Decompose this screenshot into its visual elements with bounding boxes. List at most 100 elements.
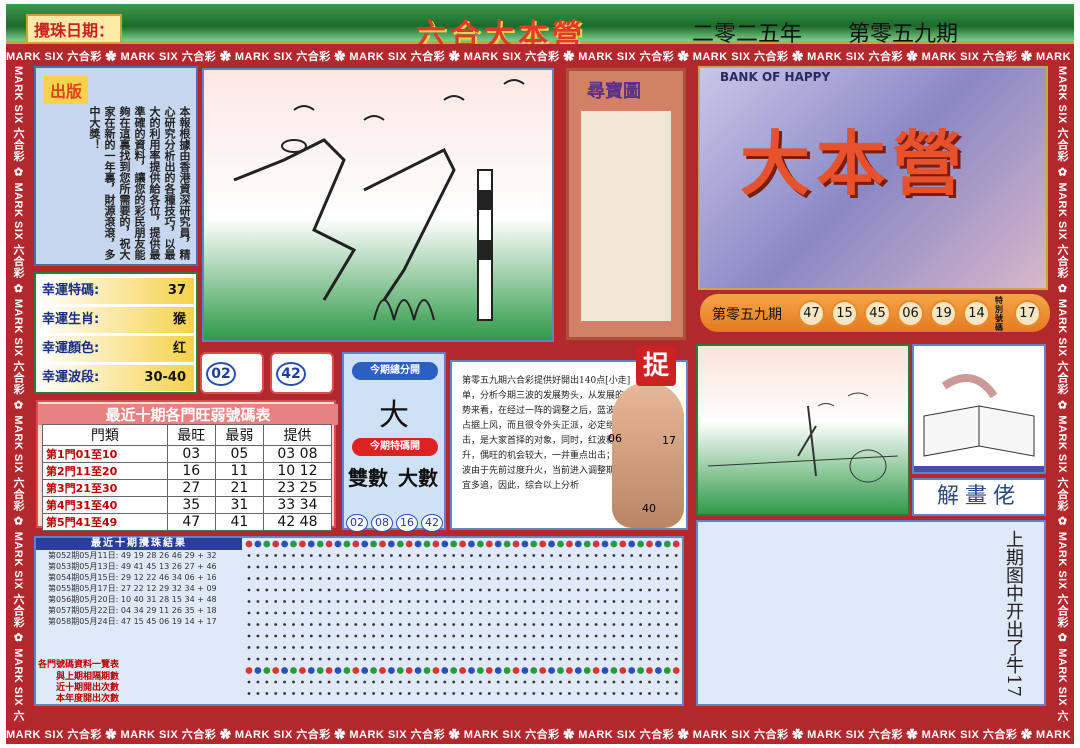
grid-dot — [256, 577, 260, 580]
grid-dot — [256, 611, 260, 615]
grid-dot — [461, 646, 464, 649]
grid-dot — [461, 623, 464, 626]
result-period: 第零五九期 — [712, 307, 782, 323]
grid-dot — [274, 577, 278, 580]
grid-dot — [657, 554, 660, 557]
grid-dot — [585, 588, 589, 592]
grid-dot — [576, 680, 580, 684]
footer-row: 本年度開出次數 — [56, 694, 120, 704]
grid-dot — [657, 623, 660, 626]
grid-dot — [576, 657, 580, 661]
grid-dot — [594, 565, 598, 569]
grid-dot — [459, 667, 466, 674]
grid-dot — [461, 565, 464, 569]
grid-dot — [505, 646, 509, 649]
grid-dot — [496, 634, 500, 638]
grid-dot — [487, 623, 491, 626]
grid-dot — [247, 588, 251, 592]
grid-dot — [370, 540, 377, 548]
special-label: 特別號碼 — [995, 296, 1003, 332]
grid-dot — [594, 634, 598, 638]
grid-dot — [372, 600, 375, 603]
grid-dot — [443, 554, 447, 557]
total-value: 大 — [379, 398, 409, 433]
grid-dot — [274, 646, 278, 649]
grid-dot — [603, 611, 607, 615]
grid-dot — [416, 600, 420, 603]
grid-dot — [612, 588, 616, 592]
grid-dot — [354, 680, 358, 684]
grid-dot — [621, 565, 625, 569]
grid-dot — [487, 600, 491, 603]
grid-dot — [648, 565, 651, 569]
grid-dot — [585, 623, 589, 626]
grid-dot — [663, 540, 671, 548]
grid-dot — [327, 565, 331, 569]
grid-dot — [309, 565, 313, 569]
grid-dot — [370, 667, 377, 674]
grid-dot — [301, 577, 304, 580]
grid-dot — [443, 646, 447, 649]
grid-dot — [541, 577, 545, 580]
grid-dot — [372, 657, 375, 661]
grid-dot — [461, 692, 464, 695]
grid-dot — [345, 692, 349, 695]
grid-dot — [479, 554, 482, 557]
grid-dot — [256, 565, 260, 569]
grid-dot — [309, 692, 313, 695]
grid-dot — [416, 680, 420, 684]
grid-dot — [665, 588, 669, 592]
grid-dot — [639, 577, 642, 580]
publication-tag: 出版 — [44, 76, 89, 104]
table-row: 第3門21至30 27 21 23 25 — [42, 479, 333, 497]
grid-dot — [443, 565, 447, 569]
stats-table-box: 最近十期各門旺弱號碼表 門類 最旺 最弱 提供 第1門01至10 03 05 03 0… — [36, 400, 338, 531]
grid-dot — [657, 680, 660, 684]
grid-dot — [309, 680, 313, 684]
grid-dot — [381, 623, 384, 626]
grid-dot — [496, 611, 500, 615]
grid-dot — [657, 634, 660, 638]
grid-dot — [585, 634, 589, 638]
grid-dot — [559, 588, 562, 592]
grid-dot — [443, 634, 447, 638]
grid-dot — [576, 588, 580, 592]
grid-dot — [657, 588, 660, 592]
grid-dot — [309, 600, 313, 603]
last-result-text: 上期图中开出了牛17 — [1003, 530, 1024, 697]
history-row: 第056期05月20日: 10 40 31 28 15 34 + 48 — [48, 595, 217, 604]
grid-dot — [568, 600, 571, 603]
grid-dot — [425, 588, 429, 592]
bank-name: BANK OF HAPPY — [720, 70, 831, 84]
grid-dot — [301, 646, 304, 649]
grid-dot — [247, 680, 251, 684]
grid-dot — [452, 680, 456, 684]
grid-dot — [639, 657, 642, 661]
grid-dot — [461, 611, 464, 615]
grid-dot — [398, 634, 402, 638]
grid-dot — [628, 540, 636, 548]
grid-dot — [345, 634, 349, 638]
grid-dot — [468, 540, 475, 548]
grid-dot — [494, 540, 502, 548]
grid-dot — [381, 577, 384, 580]
grid-dot — [396, 540, 404, 548]
grid-dot — [336, 588, 340, 592]
grid-dot — [352, 667, 360, 674]
grid-dot — [345, 680, 349, 684]
grid-dot — [594, 646, 598, 649]
grid-dot — [630, 680, 634, 684]
grid-dot — [407, 623, 411, 626]
grid-dot — [452, 692, 456, 695]
grid-dot — [674, 623, 678, 626]
grid-dot — [361, 540, 369, 548]
grid-dot — [283, 634, 286, 638]
history-row: 第058期05月24日: 47 15 45 06 19 14 + 17 — [48, 617, 217, 626]
history-box: 最近十期攪珠結果 第052期05月11日: 49 19 28 26 46 29 … — [34, 536, 684, 706]
grid-dot — [345, 657, 349, 661]
grid-dot — [619, 667, 627, 674]
grid-dot — [470, 680, 473, 684]
grid-dot — [452, 646, 456, 649]
grid-dot — [301, 692, 304, 695]
grid-dot — [336, 680, 340, 684]
